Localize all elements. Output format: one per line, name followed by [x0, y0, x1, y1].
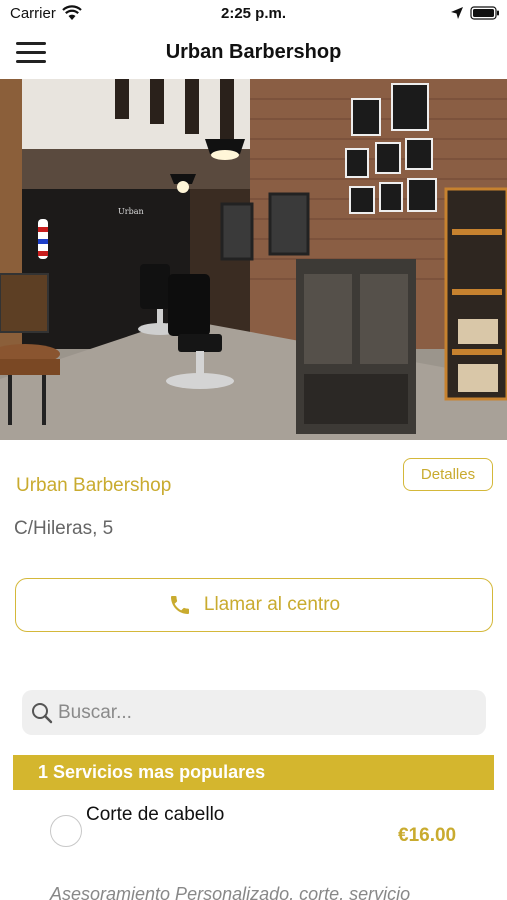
call-center-label: Llamar al centro: [203, 594, 341, 615]
search-input[interactable]: [58, 690, 478, 735]
svg-text:Urban: Urban: [118, 207, 144, 216]
service-name: Corte de cabello: [86, 804, 225, 825]
section-header-popular-services: 1 Servicios mas populares: [13, 755, 494, 790]
service-price: €16.00: [398, 825, 457, 846]
call-center-button[interactable]: Llamar al centro: [15, 578, 493, 632]
section-title: 1 Servicios mas populares: [38, 762, 266, 782]
search-bar: [22, 690, 486, 735]
phone-icon: [170, 596, 189, 614]
search-icon: [32, 703, 53, 724]
service-select-radio[interactable]: [50, 815, 82, 847]
shop-address: C/Hileras, 5: [14, 518, 114, 539]
clock: 2:25 p.m.: [220, 5, 287, 22]
service-description: Asesoramiento Personalizado, corte, serv…: [50, 884, 411, 900]
battery-icon: [470, 6, 499, 20]
location-arrow-icon: [451, 7, 463, 19]
hero-image: Urban: [0, 79, 507, 440]
nav-bar: Urban Barbershop: [0, 28, 507, 78]
status-bar: Carrier 2:25 p.m.: [0, 0, 507, 28]
page-title: Urban Barbershop: [165, 41, 342, 63]
details-button[interactable]: Detalles: [403, 458, 493, 491]
shop-name: Urban Barbershop: [16, 475, 172, 496]
